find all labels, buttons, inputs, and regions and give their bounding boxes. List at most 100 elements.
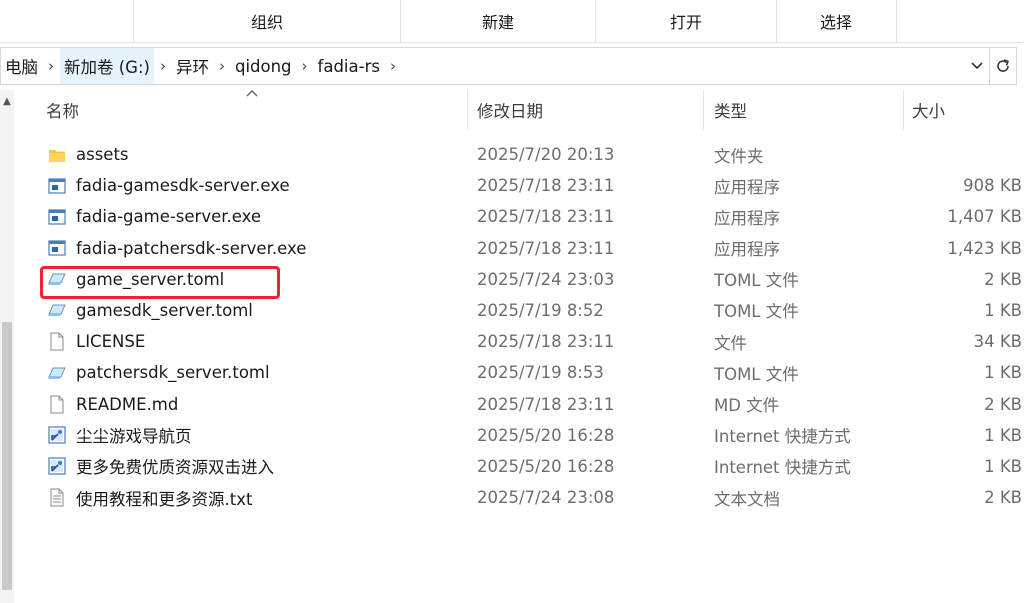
file-type: 文本文档: [714, 489, 780, 509]
column-divider[interactable]: [467, 90, 468, 130]
toml-file-icon: [47, 295, 67, 326]
file-name[interactable]: gamesdk_server.toml: [76, 295, 253, 326]
ribbon-group-organize[interactable]: 组织: [134, 0, 400, 42]
file-size: 1 KB: [984, 363, 1022, 383]
file-list: assets 2025/7/20 20:13 文件夹 fadia-gamesdk-se…: [0, 139, 1024, 513]
file-modified-date: 2025/7/18 23:11: [477, 238, 615, 258]
breadcrumb-chevron-icon[interactable]: ›: [384, 57, 402, 75]
file-row[interactable]: LICENSE 2025/7/18 23:11 文件 34 KB: [0, 326, 1024, 357]
file-type: Internet 快捷方式: [714, 427, 851, 447]
exe-icon: [47, 233, 67, 264]
file-size: 908 KB: [963, 176, 1022, 196]
file-name[interactable]: fadia-gamesdk-server.exe: [76, 170, 290, 201]
file-name[interactable]: 使用教程和更多资源.txt: [76, 482, 252, 513]
breadcrumb-chevron-icon[interactable]: ›: [296, 57, 314, 75]
blank-file-icon: [47, 389, 67, 420]
file-modified-date: 2025/7/18 23:11: [477, 176, 615, 196]
file-name[interactable]: assets: [76, 139, 129, 170]
ribbon-group-open[interactable]: 打开: [596, 0, 776, 42]
exe-icon: [47, 201, 67, 232]
internet-shortcut-icon: [47, 451, 67, 482]
file-type: MD 文件: [714, 396, 780, 415]
ribbon-divider: [896, 0, 897, 42]
file-size: 1 KB: [984, 425, 1022, 445]
column-divider[interactable]: [903, 90, 904, 130]
file-row[interactable]: gamesdk_server.toml 2025/7/19 8:52 TOML 文件…: [0, 295, 1024, 326]
file-size: 1,423 KB: [947, 238, 1022, 258]
column-divider[interactable]: [703, 90, 704, 130]
file-size: 1 KB: [984, 456, 1022, 476]
file-type: Internet 快捷方式: [714, 458, 851, 478]
file-size: 2 KB: [984, 488, 1022, 508]
file-size: 1 KB: [984, 300, 1022, 320]
file-size: 1,407 KB: [947, 207, 1022, 227]
address-bar[interactable]: 电脑 › 新加卷 (G:) › 异环 › qidong › fadia-rs ›: [0, 47, 1017, 85]
file-type: 文件夹: [714, 146, 764, 166]
refresh-icon[interactable]: [989, 48, 1016, 84]
toml-file-icon: [47, 357, 67, 388]
file-name[interactable]: README.md: [76, 389, 178, 420]
breadcrumb: 电脑 › 新加卷 (G:) › 异环 › qidong › fadia-rs ›: [1, 48, 402, 84]
breadcrumb-chevron-icon[interactable]: ›: [154, 57, 172, 75]
file-row[interactable]: fadia-game-server.exe 2025/7/18 23:11 应用程序…: [0, 201, 1024, 232]
file-type: TOML 文件: [714, 271, 799, 291]
breadcrumb-folder-yihuan[interactable]: 异环: [172, 48, 213, 84]
ribbon-group-select[interactable]: 选择: [777, 0, 895, 42]
file-row[interactable]: 尘尘游戏导航页 2025/5/20 16:28 Internet 快捷方式 1 KB: [0, 420, 1024, 451]
file-row[interactable]: 更多免费优质资源双击进入 2025/5/20 16:28 Internet 快捷方式…: [0, 451, 1024, 482]
text-file-icon: [47, 482, 67, 513]
internet-shortcut-icon: [47, 420, 67, 451]
file-modified-date: 2025/7/18 23:11: [477, 207, 615, 227]
file-name[interactable]: fadia-game-server.exe: [76, 201, 261, 232]
folder-icon: [47, 139, 67, 170]
column-header-date[interactable]: 修改日期: [477, 90, 543, 130]
file-name[interactable]: 尘尘游戏导航页: [76, 420, 192, 451]
ribbon: 组织 新建 打开 选择: [0, 0, 1024, 43]
file-modified-date: 2025/7/19 8:53: [477, 363, 604, 383]
file-type: TOML 文件: [714, 364, 799, 384]
file-name[interactable]: fadia-patchersdk-server.exe: [76, 233, 306, 264]
file-size: 2 KB: [984, 394, 1022, 414]
toml-file-icon: [47, 264, 67, 295]
file-type: 应用程序: [714, 177, 780, 197]
file-name[interactable]: LICENSE: [76, 326, 145, 357]
file-name[interactable]: 更多免费优质资源双击进入: [76, 451, 274, 482]
column-header-type[interactable]: 类型: [714, 90, 747, 130]
column-header-name[interactable]: 名称: [46, 90, 79, 130]
file-size: 34 KB: [973, 332, 1022, 352]
file-row[interactable]: README.md 2025/7/18 23:11 MD 文件 2 KB: [0, 389, 1024, 420]
file-type: 应用程序: [714, 240, 780, 260]
file-row[interactable]: patchersdk_server.toml 2025/7/19 8:53 TOML…: [0, 357, 1024, 388]
file-row[interactable]: game_server.toml 2025/7/24 23:03 TOML 文件 2 …: [0, 264, 1024, 295]
column-header-row: 名称 修改日期 类型 大小: [0, 90, 1024, 130]
breadcrumb-this-pc[interactable]: 电脑: [1, 48, 42, 84]
breadcrumb-drive-g[interactable]: 新加卷 (G:): [60, 48, 154, 84]
breadcrumb-chevron-icon[interactable]: ›: [213, 57, 231, 75]
file-modified-date: 2025/7/20 20:13: [477, 145, 615, 164]
file-row[interactable]: 使用教程和更多资源.txt 2025/7/24 23:08 文本文档 2 KB: [0, 482, 1024, 513]
file-modified-date: 2025/5/20 16:28: [477, 456, 615, 476]
file-modified-date: 2025/7/24 23:08: [477, 488, 615, 508]
breadcrumb-chevron-icon[interactable]: ›: [42, 57, 60, 75]
file-modified-date: 2025/7/19 8:52: [477, 300, 604, 320]
file-row[interactable]: assets 2025/7/20 20:13 文件夹: [0, 139, 1024, 170]
file-name[interactable]: game_server.toml: [76, 264, 224, 295]
breadcrumb-folder-fadia-rs[interactable]: fadia-rs: [314, 48, 384, 84]
file-modified-date: 2025/7/24 23:03: [477, 269, 615, 289]
file-name[interactable]: patchersdk_server.toml: [76, 357, 270, 388]
breadcrumb-folder-qidong[interactable]: qidong: [231, 48, 296, 84]
file-size: 2 KB: [984, 269, 1022, 289]
column-header-size[interactable]: 大小: [912, 90, 945, 130]
file-modified-date: 2025/7/18 23:11: [477, 332, 615, 352]
chevron-down-icon[interactable]: [966, 48, 988, 84]
blank-file-icon: [47, 326, 67, 357]
ribbon-group-new[interactable]: 新建: [401, 0, 595, 42]
exe-icon: [47, 170, 67, 201]
file-type: 文件: [714, 333, 747, 353]
file-row[interactable]: fadia-gamesdk-server.exe 2025/7/18 23:11 应…: [0, 170, 1024, 201]
file-modified-date: 2025/5/20 16:28: [477, 425, 615, 445]
file-modified-date: 2025/7/18 23:11: [477, 394, 615, 414]
file-type: TOML 文件: [714, 302, 799, 322]
file-row[interactable]: fadia-patchersdk-server.exe 2025/7/18 23:…: [0, 233, 1024, 264]
file-type: 应用程序: [714, 208, 780, 228]
